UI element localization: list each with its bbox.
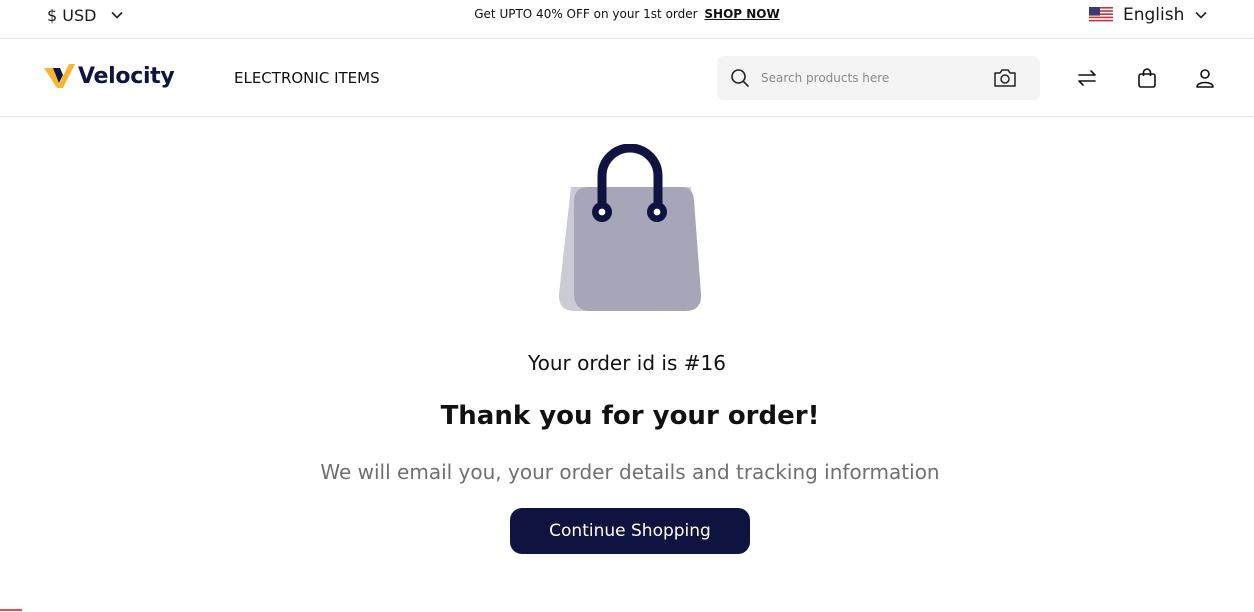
order-id-text: Your order id is #16 xyxy=(528,351,726,375)
chevron-down-icon xyxy=(1195,11,1207,19)
logo[interactable]: Velocity xyxy=(43,61,175,91)
camera-icon[interactable] xyxy=(993,67,1017,89)
us-flag-icon xyxy=(1089,7,1113,23)
main-header: Velocity ELECTRONIC ITEMS xyxy=(0,39,1254,117)
shop-now-link[interactable]: SHOP NOW xyxy=(704,7,779,21)
promo-banner: Get UPTO 40% OFF on your 1st order SHOP … xyxy=(0,7,1254,21)
top-bar: $ USD Get UPTO 40% OFF on your 1st order… xyxy=(0,0,1254,39)
user-icon[interactable] xyxy=(1194,67,1216,89)
compare-arrows-icon[interactable] xyxy=(1076,67,1098,89)
logo-v-icon xyxy=(44,64,75,88)
email-confirmation-message: We will email you, your order details an… xyxy=(320,460,940,484)
language-selector[interactable]: English xyxy=(1089,4,1208,26)
search-icon[interactable] xyxy=(730,68,750,88)
cart-bag-icon[interactable] xyxy=(1136,67,1158,89)
promo-text: Get UPTO 40% OFF on your 1st order xyxy=(474,7,698,21)
continue-shopping-button[interactable]: Continue Shopping xyxy=(510,508,750,554)
search-input[interactable] xyxy=(761,67,991,89)
corner-indicator xyxy=(0,609,22,611)
shopping-bag-illustration xyxy=(558,144,702,311)
thank-you-heading: Thank you for your order! xyxy=(440,401,820,431)
search-bar xyxy=(717,56,1040,100)
nav-electronic-items[interactable]: ELECTRONIC ITEMS xyxy=(234,69,380,87)
language-label: English xyxy=(1123,5,1185,25)
logo-text: Velocity xyxy=(78,63,175,89)
